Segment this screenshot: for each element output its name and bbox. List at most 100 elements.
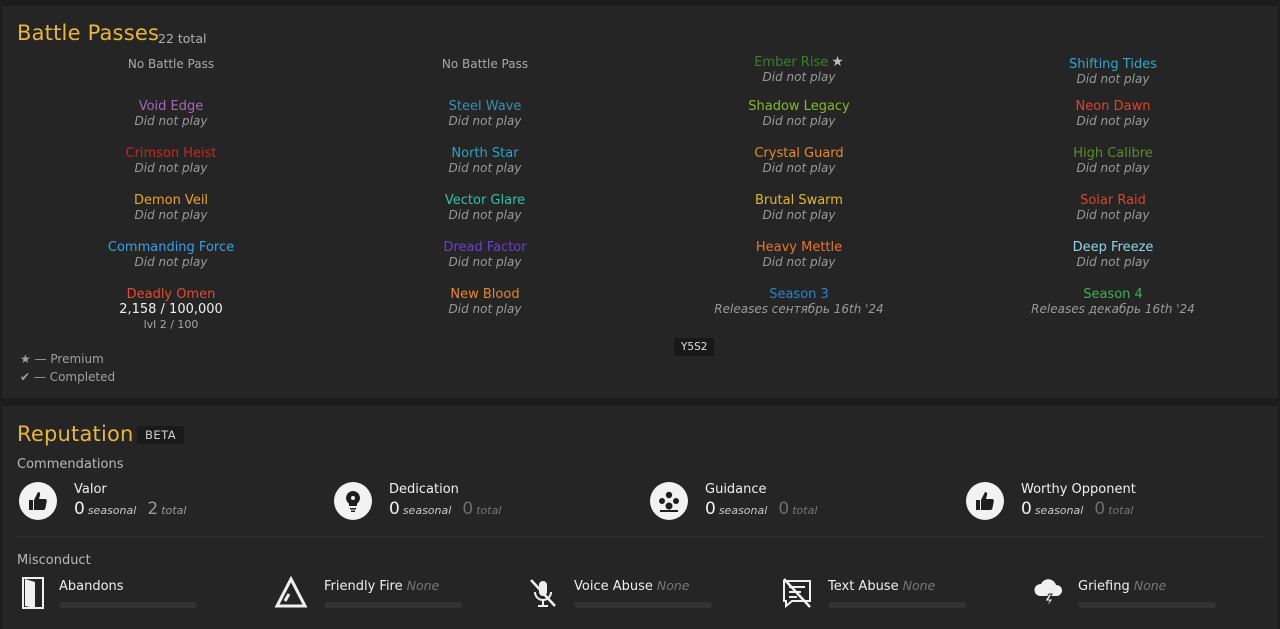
battle-pass-item: New Blood Did not play: [328, 287, 642, 317]
battle-pass-status: Did not play: [134, 114, 208, 128]
battle-pass-name: Shifting Tides: [1069, 57, 1157, 72]
battle-pass-item: Shifting Tides Did not play: [956, 52, 1270, 87]
battle-pass-item: No Battle Pass: [328, 52, 642, 72]
commendation-name: Dedication: [389, 482, 459, 497]
seasonal-label: seasonal: [402, 504, 452, 517]
battle-pass-item: Commanding Force Did not play: [14, 240, 328, 270]
battle-pass-item: High Calibre Did not play: [956, 146, 1270, 176]
battle-pass-status: Did not play: [762, 70, 836, 84]
battle-pass-name: Solar Raid: [1080, 193, 1146, 208]
seasonal-label: seasonal: [1034, 504, 1084, 517]
total-count: 0: [1094, 499, 1106, 519]
battle-pass-status: Did not play: [448, 255, 522, 269]
battle-pass-status: Releases сентябрь 16th '24: [714, 302, 884, 316]
misconduct-name: Text Abuse None: [828, 578, 936, 594]
misconduct-bar: [324, 602, 462, 608]
crossed-message-icon: [780, 576, 814, 610]
battle-pass-name: No Battle Pass: [441, 57, 529, 71]
battle-pass-item: Season 3 Releases сентябрь 16th '24: [642, 287, 956, 317]
battle-pass-name: Dread Factor: [443, 240, 527, 255]
battle-pass-status: Did not play: [1076, 72, 1150, 86]
muted-mic-icon: [526, 576, 560, 610]
misconduct-name: Voice Abuse None: [574, 578, 690, 594]
battle-pass-item: Deadly Omen 2,158 / 100,000 lvl 2 / 100: [14, 287, 328, 332]
battle-pass-progress: 2,158 / 100,000: [119, 302, 223, 317]
battle-pass-status: Did not play: [448, 208, 522, 222]
misconduct-value: None: [656, 578, 690, 593]
legend-completed: ✔ — Completed: [20, 370, 116, 384]
seasonal-label: seasonal: [87, 504, 137, 517]
battle-pass-status: Did not play: [1076, 161, 1150, 175]
battle-pass-status: Did not play: [134, 208, 208, 222]
battle-pass-item: Neon Dawn Did not play: [956, 99, 1270, 129]
total-label: total: [792, 504, 818, 517]
seasonal-label: seasonal: [718, 504, 768, 517]
commendation-name: Guidance: [705, 482, 767, 497]
thumbs-up-icon: [19, 482, 57, 520]
battle-pass-name: Heavy Mettle: [755, 240, 843, 255]
battle-pass-name: Deep Freeze: [1072, 240, 1154, 255]
battle-passes-panel: Battle Passes 22 total No Battle Pass No …: [2, 6, 1278, 398]
misconduct-bar: [59, 602, 197, 608]
misconduct-bar: [1078, 602, 1216, 608]
door-icon: [21, 576, 55, 610]
thumbs-up-icon: [966, 482, 1004, 520]
battle-pass-item: Vector Glare Did not play: [328, 193, 642, 223]
battle-pass-item: Brutal Swarm Did not play: [642, 193, 956, 223]
battle-pass-status: Did not play: [1076, 208, 1150, 222]
battle-pass-name: New Blood: [450, 287, 520, 302]
battle-pass-item: Solar Raid Did not play: [956, 193, 1270, 223]
misconduct-value: None: [406, 578, 440, 593]
battle-pass-status: Did not play: [762, 208, 836, 222]
seasonal-count: 0: [74, 499, 85, 519]
seasonal-count: 0: [1021, 499, 1032, 519]
total-label: total: [161, 504, 187, 517]
battle-pass-item: Deep Freeze Did not play: [956, 240, 1270, 270]
battle-pass-status: Did not play: [1076, 255, 1150, 269]
battle-pass-item: North Star Did not play: [328, 146, 642, 176]
misconduct-value: None: [902, 578, 936, 593]
total-count: 0: [778, 499, 790, 519]
battle-pass-status: Did not play: [762, 255, 836, 269]
battle-pass-name: Season 3: [769, 287, 829, 302]
battle-pass-status: Did not play: [448, 302, 522, 316]
battle-pass-status: Did not play: [134, 161, 208, 175]
misconduct-bar: [828, 602, 966, 608]
battle-pass-status: Did not play: [448, 161, 522, 175]
battle-pass-item: Crimson Heist Did not play: [14, 146, 328, 176]
battle-pass-name: Season 4: [1083, 287, 1143, 302]
battle-pass-name: Steel Wave: [448, 99, 522, 114]
battle-pass-name: North Star: [451, 146, 519, 161]
battle-pass-status: Did not play: [1076, 114, 1150, 128]
battle-pass-item: Steel Wave Did not play: [328, 99, 642, 129]
commendation-name: Worthy Opponent: [1021, 482, 1136, 497]
seasonal-count: 0: [705, 499, 716, 519]
battle-pass-name: High Calibre: [1073, 146, 1153, 161]
legend-premium: ★ — Premium: [20, 352, 104, 366]
commendation-name: Valor: [74, 482, 107, 497]
battle-pass-name: Ember Rise: [754, 55, 829, 70]
battle-pass-item: Ember Rise ★ Did not play: [642, 52, 956, 85]
total-count: 2: [147, 499, 159, 519]
battle-pass-name: Crystal Guard: [754, 146, 844, 161]
battle-pass-name: No Battle Pass: [127, 57, 215, 71]
triangle-icon: [274, 575, 308, 610]
misconduct-label: Misconduct: [17, 553, 91, 568]
battle-pass-status: Did not play: [448, 114, 522, 128]
reputation-title: Reputation: [17, 422, 134, 446]
group-icon: [650, 482, 688, 520]
battle-pass-name: Demon Veil: [133, 193, 209, 208]
battle-pass-status: Did not play: [762, 161, 836, 175]
total-label: total: [1108, 504, 1134, 517]
battle-pass-status: Did not play: [762, 114, 836, 128]
premium-star-icon: ★: [831, 54, 844, 70]
battle-pass-level: lvl 2 / 100: [143, 318, 199, 331]
battle-pass-name: Commanding Force: [107, 240, 235, 255]
storm-cloud-icon: [1032, 576, 1066, 610]
misconduct-value: None: [1133, 578, 1167, 593]
seasonal-count: 0: [389, 499, 400, 519]
battle-pass-item: No Battle Pass: [14, 52, 328, 72]
total-label: total: [476, 504, 502, 517]
beta-badge: BETA: [137, 426, 185, 444]
misconduct-bar: [574, 602, 712, 608]
